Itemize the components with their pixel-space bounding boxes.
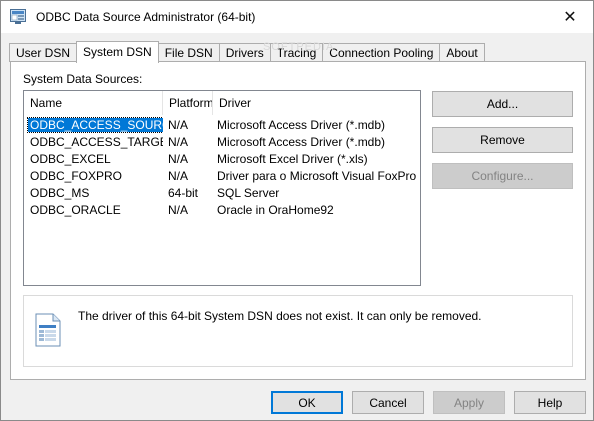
tab-system-dsn[interactable]: System DSN [76,41,159,63]
configure-button[interactable]: Configure... [432,163,573,189]
dsn-driver: SQL Server [217,186,280,200]
list-item[interactable]: ODBC_EXCEL N/A Microsoft Excel Driver (*… [24,151,420,168]
data-source-document-icon [34,313,62,347]
apply-button[interactable]: Apply [433,391,505,414]
column-header-platform[interactable]: Platform [163,91,213,115]
info-message: The driver of this 64-bit System DSN doe… [78,309,482,323]
ok-button[interactable]: OK [271,391,343,414]
dsn-platform: N/A [168,152,189,166]
dsn-platform: N/A [168,203,189,217]
info-box: The driver of this 64-bit System DSN doe… [23,295,573,367]
tab-user-dsn[interactable]: User DSN [9,43,78,62]
list-item[interactable]: ODBC_ACCESS_SOURCE N/A Microsoft Access … [24,117,420,134]
dsn-driver: Microsoft Excel Driver (*.xls) [217,152,368,166]
list-item[interactable]: ODBC_MS 64-bit SQL Server [24,185,420,202]
cancel-button[interactable]: Cancel [352,391,424,414]
dsn-name: ODBC_MS [30,186,90,200]
dsn-driver: Oracle in OraHome92 [217,203,334,217]
help-button[interactable]: Help [514,391,586,414]
watermark: SOFTPEDIA [263,41,335,53]
odbc-app-icon [10,9,26,24]
odbc-admin-window: ODBC Data Source Administrator (64-bit) … [0,0,594,421]
dsn-platform: N/A [168,135,189,149]
list-item[interactable]: ODBC_ORACLE N/A Oracle in OraHome92 [24,202,420,219]
column-header-name[interactable]: Name [24,91,163,115]
tab-strip: User DSN System DSN File DSN Drivers Tra… [9,41,485,63]
remove-button[interactable]: Remove [432,127,573,153]
tab-connection-pooling[interactable]: Connection Pooling [322,43,441,62]
close-button[interactable]: ✕ [547,1,593,32]
dsn-platform: N/A [168,169,189,183]
dsn-driver: Microsoft Access Driver (*.mdb) [217,135,386,149]
dsn-driver: Microsoft Access Driver (*.mdb) [217,118,386,132]
tab-about[interactable]: About [439,43,485,62]
add-button[interactable]: Add... [432,91,573,117]
dsn-driver: Driver para o Microsoft Visual FoxPro [217,169,417,183]
list-item[interactable]: ODBC_ACCESS_TARGET N/A Microsoft Access … [24,134,420,151]
dsn-name: ODBC_FOXPRO [30,169,123,183]
close-icon: ✕ [563,8,577,26]
title-bar[interactable]: ODBC Data Source Administrator (64-bit) … [1,1,593,33]
system-data-sources-label: System Data Sources: [23,72,143,86]
dsn-name: ODBC_EXCEL [30,152,111,166]
dsn-platform: N/A [168,118,189,132]
system-data-sources-list[interactable]: Name Platform Driver ODBC_ACCESS_SOURCE … [23,90,421,286]
dsn-platform: 64-bit [168,186,199,200]
dsn-name: ODBC_ORACLE [30,203,121,217]
window-title: ODBC Data Source Administrator (64-bit) [36,10,256,24]
dsn-name: ODBC_ACCESS_TARGET [30,135,163,149]
tab-file-dsn[interactable]: File DSN [157,43,220,62]
list-header: Name Platform Driver [24,91,420,115]
list-rows: ODBC_ACCESS_SOURCE N/A Microsoft Access … [24,117,420,219]
dsn-name: ODBC_ACCESS_SOURCE [27,117,163,133]
column-header-driver[interactable]: Driver [213,91,420,115]
list-item[interactable]: ODBC_FOXPRO N/A Driver para o Microsoft … [24,168,420,185]
